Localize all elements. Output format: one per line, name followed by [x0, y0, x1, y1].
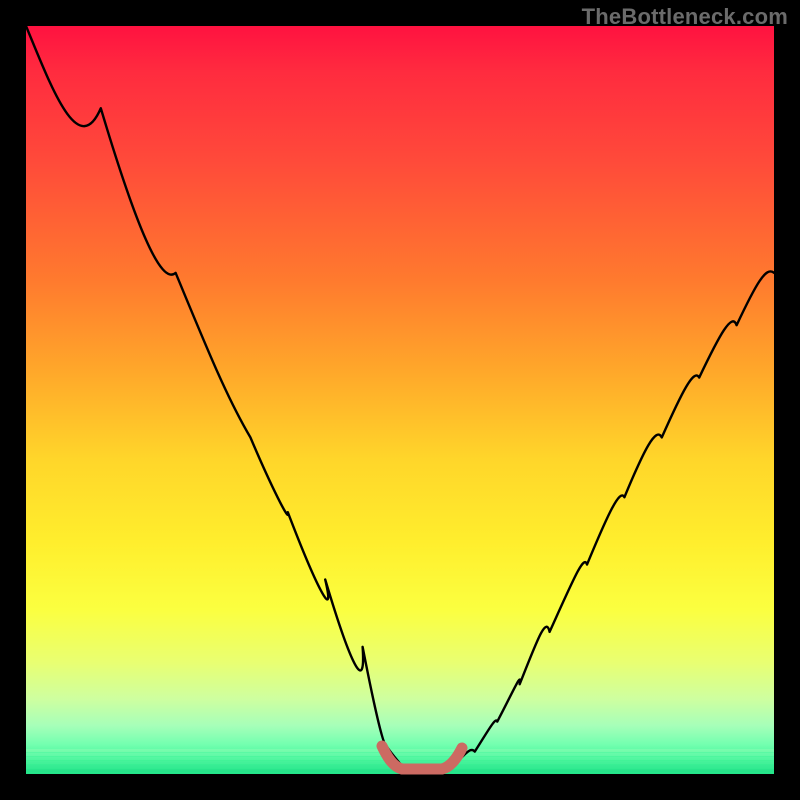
optimal-range-marker: [382, 746, 462, 769]
bottleneck-curve-svg: [26, 26, 774, 774]
bottleneck-curve: [26, 26, 774, 770]
plot-area: [26, 26, 774, 774]
chart-frame: TheBottleneck.com: [0, 0, 800, 800]
watermark-text: TheBottleneck.com: [582, 4, 788, 30]
